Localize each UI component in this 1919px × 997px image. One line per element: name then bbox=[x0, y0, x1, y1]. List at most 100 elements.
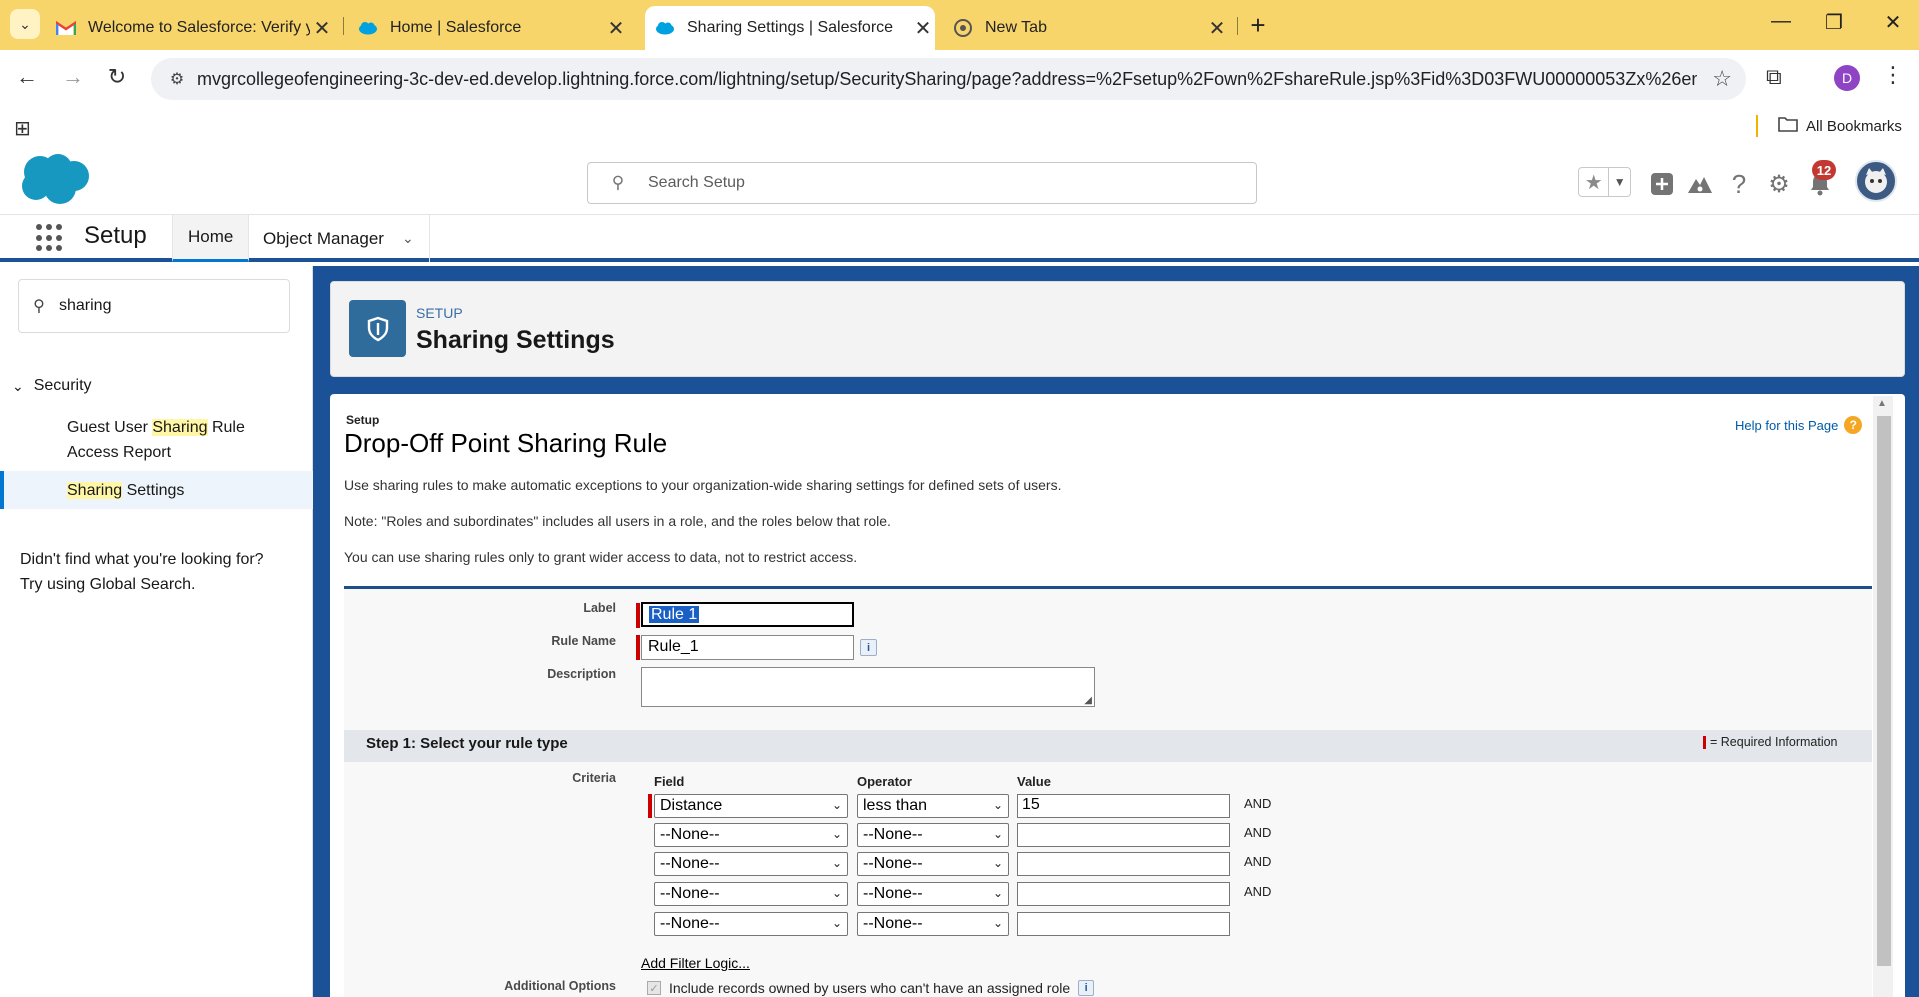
criteria-value-input[interactable] bbox=[1017, 852, 1230, 876]
required-information-legend: = Required Information bbox=[1703, 735, 1838, 749]
criteria-value-input[interactable] bbox=[1017, 882, 1230, 906]
reload-icon[interactable]: ↻ bbox=[102, 64, 132, 90]
browser-tab-home[interactable]: Home | Salesforce ✕ bbox=[358, 6, 628, 50]
select-value: --None-- bbox=[863, 826, 923, 843]
scrollbar-thumb[interactable] bbox=[1877, 416, 1891, 966]
criteria-field-select[interactable]: --None-- ⌄ bbox=[654, 882, 848, 906]
site-settings-icon[interactable]: ⚙ bbox=[157, 69, 197, 89]
profile-avatar[interactable]: D bbox=[1834, 65, 1860, 91]
restriction-line: You can use sharing rules only to grant … bbox=[344, 549, 858, 565]
info-icon[interactable]: i bbox=[860, 639, 877, 656]
help-for-this-page-link[interactable]: Help for this Page ? bbox=[1735, 416, 1863, 434]
extensions-icon[interactable]: ⧉ bbox=[1766, 64, 1782, 90]
app-launcher-icon[interactable] bbox=[36, 224, 64, 252]
select-value: --None-- bbox=[660, 885, 720, 902]
criteria-operator-select[interactable]: --None-- ⌄ bbox=[857, 852, 1009, 876]
chevron-down-icon: ⌄ bbox=[831, 798, 842, 812]
tree-item-sharing-settings[interactable]: Sharing Settings bbox=[67, 478, 297, 503]
bookmark-star-icon[interactable]: ☆ bbox=[1712, 66, 1732, 92]
gear-icon[interactable]: ⚙ bbox=[1763, 169, 1795, 199]
bookmarks-bar bbox=[0, 110, 1919, 144]
chevron-down-icon[interactable]: ▼ bbox=[1608, 168, 1630, 196]
back-arrow-icon[interactable]: ← bbox=[12, 64, 42, 90]
select-value: --None-- bbox=[863, 855, 923, 872]
criteria-operator-select[interactable]: --None-- ⌄ bbox=[857, 912, 1009, 936]
chevron-down-icon: ⌄ bbox=[831, 886, 842, 900]
close-tab-icon[interactable]: ✕ bbox=[310, 16, 334, 41]
quick-find-input[interactable]: ⚲ sharing bbox=[18, 279, 290, 333]
global-actions-icon[interactable] bbox=[1646, 169, 1678, 199]
chevron-down-icon: ⌄ bbox=[12, 377, 24, 394]
note-line: Note: "Roles and subordinates" includes … bbox=[344, 513, 891, 529]
label-input[interactable]: Rule 1 bbox=[641, 602, 854, 627]
trailhead-icon[interactable] bbox=[1684, 169, 1716, 199]
favorites-group[interactable]: ★ ▼ bbox=[1578, 167, 1631, 197]
not-found-line: Didn't find what you're looking for? bbox=[20, 551, 264, 568]
label-field-label: Label bbox=[583, 601, 616, 615]
chevron-down-icon: ⌄ bbox=[992, 827, 1003, 841]
search-icon: ⚲ bbox=[611, 173, 625, 192]
criteria-operator-select[interactable]: --None-- ⌄ bbox=[857, 823, 1009, 847]
all-bookmarks-button[interactable]: All Bookmarks bbox=[1778, 116, 1902, 136]
browser-tab-new-tab[interactable]: New Tab ✕ bbox=[953, 6, 1229, 50]
app-name: Setup bbox=[84, 222, 147, 249]
close-tab-icon[interactable]: ✕ bbox=[911, 16, 935, 41]
chevron-down-icon: ⌄ bbox=[19, 15, 31, 32]
tree-item-guest-user-sharing-report[interactable]: Guest User Sharing Rule Access Report bbox=[67, 415, 297, 465]
folder-icon bbox=[1778, 116, 1798, 136]
close-tab-icon[interactable]: ✕ bbox=[1205, 16, 1229, 41]
restore-button[interactable]: ❐ bbox=[1814, 10, 1854, 35]
nav-tab-object-manager[interactable]: Object Manager ⌄ bbox=[248, 215, 430, 262]
close-window-button[interactable]: ✕ bbox=[1873, 10, 1913, 35]
criteria-operator-select[interactable]: less than ⌄ bbox=[857, 794, 1009, 818]
criteria-value-input[interactable] bbox=[1017, 823, 1230, 847]
chevron-down-icon: ⌄ bbox=[992, 798, 1003, 812]
required-indicator bbox=[636, 635, 640, 660]
criteria-field-select[interactable]: --None-- ⌄ bbox=[654, 912, 848, 936]
browser-tab-gmail[interactable]: Welcome to Salesforce: Verify y ✕ bbox=[56, 6, 334, 50]
chevron-down-icon: ⌄ bbox=[831, 916, 842, 930]
tab-search-button[interactable]: ⌄ bbox=[10, 9, 40, 39]
criteria-field-select[interactable]: --None-- ⌄ bbox=[654, 823, 848, 847]
help-icon[interactable]: ? bbox=[1723, 169, 1755, 199]
chevron-down-icon[interactable]: ⌄ bbox=[402, 230, 414, 247]
omnibox[interactable]: ⚙ mvgrcollegeofengineering-3c-dev-ed.dev… bbox=[151, 58, 1746, 100]
nav-tab-label: Home bbox=[188, 227, 234, 246]
criteria-value-input[interactable]: 15 bbox=[1017, 794, 1230, 818]
salesforce-logo[interactable] bbox=[18, 152, 92, 211]
select-value: --None-- bbox=[863, 885, 923, 902]
tree-section-security[interactable]: ⌄ Security bbox=[12, 377, 92, 395]
nav-tab-home[interactable]: Home bbox=[172, 215, 250, 262]
search-icon: ⚲ bbox=[33, 298, 45, 315]
criteria-value-input[interactable] bbox=[1017, 912, 1230, 936]
star-icon[interactable]: ★ bbox=[1579, 168, 1608, 196]
close-tab-icon[interactable]: ✕ bbox=[604, 16, 628, 41]
resize-grip-icon[interactable]: ◢ bbox=[1084, 695, 1092, 706]
add-filter-logic-link[interactable]: Add Filter Logic... bbox=[641, 955, 750, 971]
include-records-option: ✓ Include records owned by users who can… bbox=[647, 980, 1095, 996]
browser-menu-icon[interactable]: ⋮ bbox=[1882, 62, 1904, 88]
user-avatar[interactable] bbox=[1855, 160, 1897, 202]
setup-search-input[interactable]: ⚲ Search Setup bbox=[587, 162, 1257, 204]
help-icon: ? bbox=[1844, 416, 1863, 434]
criteria-field-select[interactable]: Distance ⌄ bbox=[654, 794, 848, 818]
browser-tab-sharing-settings[interactable]: Sharing Settings | Salesforce ✕ bbox=[645, 6, 935, 50]
apps-grid-icon[interactable]: ⊞ bbox=[14, 116, 31, 141]
tree-item-text: Guest User bbox=[67, 419, 153, 436]
content-scrollbar[interactable]: ▲ bbox=[1873, 396, 1893, 997]
minimize-button[interactable]: — bbox=[1761, 10, 1801, 33]
include-records-checkbox[interactable]: ✓ bbox=[647, 981, 661, 995]
new-tab-button[interactable]: + bbox=[1243, 10, 1273, 41]
info-icon[interactable]: i bbox=[1078, 980, 1095, 996]
forward-arrow-icon[interactable]: → bbox=[58, 64, 88, 90]
rule-name-input[interactable]: Rule_1 bbox=[641, 635, 854, 660]
description-textarea[interactable]: ◢ bbox=[641, 667, 1095, 707]
search-highlight: Sharing bbox=[67, 482, 123, 499]
criteria-operator-select[interactable]: --None-- ⌄ bbox=[857, 882, 1009, 906]
select-value: --None-- bbox=[660, 855, 720, 872]
scroll-up-icon[interactable]: ▲ bbox=[1877, 398, 1887, 409]
global-search-hint[interactable]: Try using Global Search. bbox=[20, 572, 300, 597]
chevron-down-icon: ⌄ bbox=[992, 886, 1003, 900]
criteria-field-select[interactable]: --None-- ⌄ bbox=[654, 852, 848, 876]
tab-title: Welcome to Salesforce: Verify y bbox=[88, 19, 310, 36]
